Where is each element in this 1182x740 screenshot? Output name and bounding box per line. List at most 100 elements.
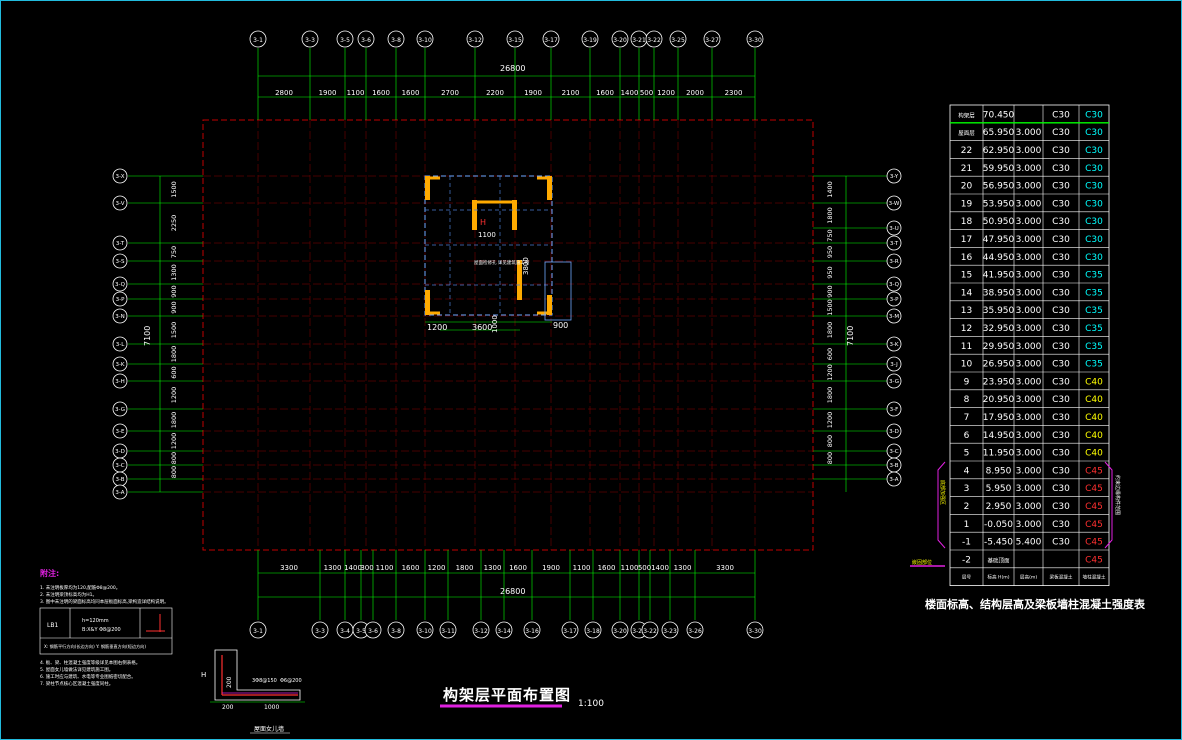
table-cell: 7 <box>964 413 970 423</box>
top-dim-value: 2100 <box>562 89 580 97</box>
table-cell: 1 <box>964 520 970 530</box>
axis-label-top: 3-19 <box>583 37 597 44</box>
notes-line-5: 5. 屋面女儿墙做法详见建筑施工图。 <box>40 666 113 673</box>
right-dim-value: 750 <box>826 229 834 241</box>
axis-label-right: 3-D <box>889 429 899 435</box>
table-cell: C35 <box>1085 288 1103 298</box>
axis-label-right: 3-W <box>889 201 900 207</box>
notes-line-1: 1. 未注明板厚均为120,配筋Φ8@200。 <box>40 584 120 591</box>
axis-label-top: 3-21 <box>632 37 646 44</box>
table-cell: C30 <box>1052 413 1070 423</box>
bottom-dim-value: 1600 <box>509 564 527 572</box>
table-cell: C30 <box>1052 235 1070 245</box>
table-cell: C40 <box>1085 431 1103 441</box>
axis-label-bottom: 3-20 <box>613 628 627 635</box>
top-dim-value: 1600 <box>596 89 614 97</box>
table-header: 梁板混凝土 <box>1050 574 1073 581</box>
table-cell: C30 <box>1052 377 1070 387</box>
table-cell: C35 <box>1085 324 1103 334</box>
table-cell: C35 <box>1085 360 1103 370</box>
table-cell: 19 <box>961 199 973 209</box>
axis-label-top: 3-6 <box>361 37 371 44</box>
axis-label-top: 3-12 <box>468 37 482 44</box>
drawing-scale: 1:100 <box>578 699 604 709</box>
axis-label-right: 3-P <box>890 297 899 303</box>
notes-block: 附注: 1. 未注明板厚均为120,配筋Φ8@200。 2. 未注明梁顶标高均为… <box>39 568 173 687</box>
core-wall <box>425 176 430 200</box>
table-cell: 3.000 <box>1016 235 1042 245</box>
table-cell: 12 <box>961 324 972 334</box>
table-cell: C30 <box>1052 146 1070 156</box>
table-cell: C30 <box>1085 199 1103 209</box>
axis-label-top: 3-22 <box>647 37 661 44</box>
table-cell: 13 <box>961 306 972 316</box>
bottom-dim-value: 1800 <box>456 564 474 572</box>
table-cell: 32.950 <box>983 324 1015 334</box>
table-cell: 17 <box>961 235 972 245</box>
parapet-outline <box>214 649 301 701</box>
table-cell: C30 <box>1052 271 1070 281</box>
table-cell: 2.950 <box>986 502 1012 512</box>
core-dim-a: 1200 <box>427 323 447 332</box>
axis-label-left: 3-E <box>116 429 125 435</box>
bottom-dim-value: 1100 <box>573 564 591 572</box>
table-cell: 3 <box>964 484 970 494</box>
right-dim-value: 1200 <box>826 412 834 429</box>
table-cell: 6 <box>964 431 970 441</box>
table-cell: C40 <box>1085 413 1103 423</box>
table-cell: 3.000 <box>1016 413 1042 423</box>
table-cell: 15 <box>961 271 972 281</box>
axis-label-top: 3-5 <box>340 37 350 44</box>
bottom-dim-value: 1200 <box>428 564 446 572</box>
table-cell: 4 <box>964 466 970 476</box>
axis-label-right: 3-Q <box>889 282 900 288</box>
left-dim-value: 900 <box>170 285 178 297</box>
bottom-dim-value: 1400 <box>651 564 669 572</box>
table-cell: 10 <box>961 360 973 370</box>
table-cell: C30 <box>1052 484 1070 494</box>
bottom-dim-value: 300 <box>360 564 373 572</box>
table-cell: 38.950 <box>983 288 1015 298</box>
elevation-concrete-table: 构架层 70.450 C30 C30屋面层 65.950 3.000 C30 C3022 62.… <box>937 104 1121 587</box>
bottom-dim-value: 3300 <box>280 564 298 572</box>
left-dim-value: 2250 <box>170 215 178 232</box>
table-cell: C30 <box>1052 128 1070 138</box>
left-total-dim: 7100 <box>143 326 152 346</box>
table-cell: C45 <box>1085 520 1103 530</box>
axis-label-bottom: 3-4 <box>340 628 350 635</box>
parapet-dim-2: 1000 <box>264 704 279 711</box>
bottom-dim-value: 1300 <box>674 564 692 572</box>
table-cell: 5.950 <box>986 484 1012 494</box>
table-cell: C45 <box>1085 484 1103 494</box>
left-dim-value: 1800 <box>170 412 178 429</box>
bottom-dim-value: 1300 <box>484 564 502 572</box>
right-total-dim: 7100 <box>846 326 855 346</box>
table-side-left: 嵌固部位 <box>912 559 932 566</box>
table-cell: 47.950 <box>983 235 1015 245</box>
axis-label-right: 3-U <box>889 226 899 232</box>
axis-label-top: 3-10 <box>418 37 432 44</box>
axis-label-top: 3-17 <box>544 37 558 44</box>
notes-line-6: 6. 施工时应与建筑、水电等专业图纸密切配合。 <box>40 673 136 680</box>
left-dim-value: 1800 <box>170 346 178 363</box>
table-cell: C35 <box>1085 306 1103 316</box>
table-cell: C45 <box>1085 555 1103 565</box>
notes-line-7: 7. 梁柱节点核心区混凝土强度同柱。 <box>40 680 113 687</box>
table-cell: 3.000 <box>1016 342 1042 352</box>
axis-label-bottom: 3-11 <box>441 628 455 635</box>
left-dim-value: 600 <box>170 366 178 378</box>
table-cell: C30 <box>1085 235 1103 245</box>
parapet-caption: 屋面女儿墙 <box>254 725 284 733</box>
table-bracket-right <box>1104 461 1113 549</box>
table-cell: 3.000 <box>1016 449 1042 459</box>
table-cell: 44.950 <box>983 253 1015 263</box>
table-cell: 9 <box>964 377 970 387</box>
legend-axes: X: 钢筋平行方向(长边方向) Y: 钢筋垂直方向(短边方向) <box>44 643 146 650</box>
cad-drawing: 3-1 3-3 3-5 3-6 3-8 3-10 3-12 3-15 3-17 3-19 3-20 3… <box>39 30 1146 734</box>
axis-label-bottom: 3-1 <box>253 628 263 635</box>
plan-boundary <box>202 119 814 551</box>
table-cell: 3.000 <box>1016 377 1042 387</box>
left-dim-value: 1200 <box>170 387 178 404</box>
axis-markers: 3-1 3-3 3-5 3-6 3-8 3-10 3-12 3-15 3-17 3-19 3-20 3… <box>112 30 902 639</box>
table-cell: 3.000 <box>1016 502 1042 512</box>
